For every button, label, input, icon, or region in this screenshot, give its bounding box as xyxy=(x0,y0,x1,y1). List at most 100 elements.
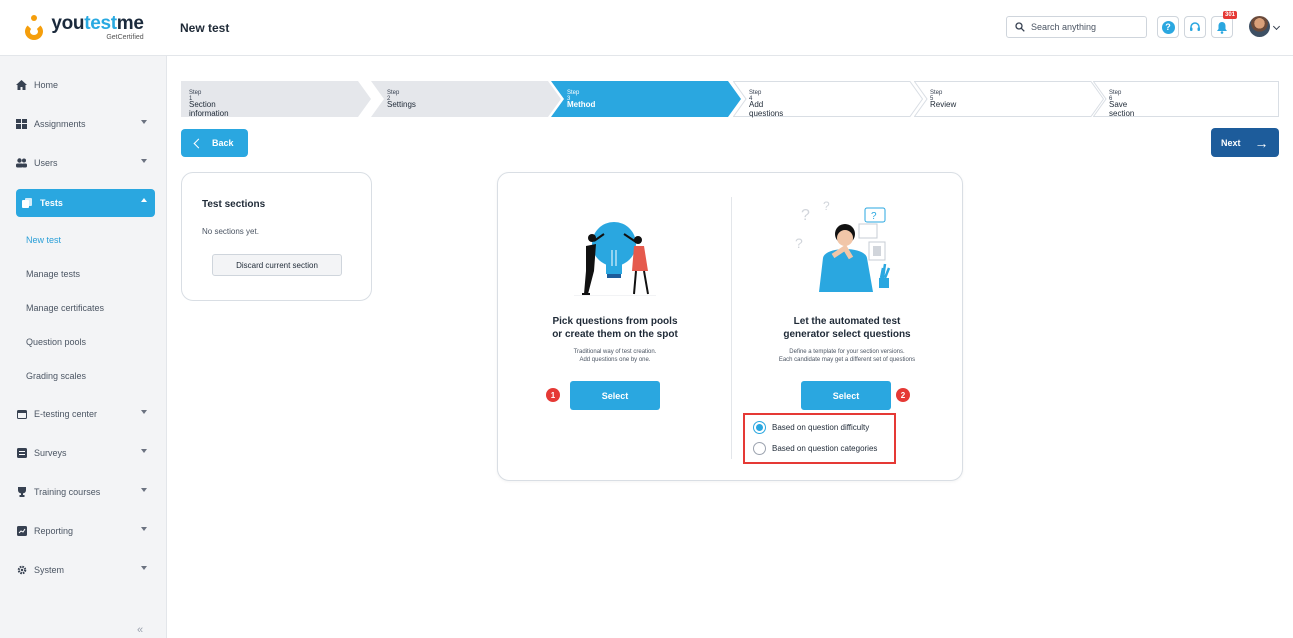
auto-generator-illustration: ? ? ? ? xyxy=(795,199,891,292)
svg-text:?: ? xyxy=(795,235,803,251)
discard-section-button[interactable]: Discard current section xyxy=(212,254,342,276)
chart-icon xyxy=(16,526,27,537)
back-button-label: Back xyxy=(212,138,234,148)
svg-text:?: ? xyxy=(823,199,830,213)
chevron-left-icon xyxy=(193,138,204,148)
step-label: Save section xyxy=(1109,100,1135,118)
logo-icon xyxy=(23,14,45,41)
calendar-icon xyxy=(16,409,27,420)
next-button-label: Next xyxy=(1221,137,1241,148)
sidebar-item-system[interactable]: System xyxy=(16,557,155,583)
sidebar-item-reporting[interactable]: Reporting xyxy=(16,518,155,544)
sidebar-subitem-grading-scales[interactable]: Grading scales xyxy=(26,363,167,389)
logo-tagline: GetCertified xyxy=(106,33,144,41)
method-card: ? ? ? ? Pick questions from pools or cre… xyxy=(497,172,963,481)
sidebar-item-users[interactable]: Users xyxy=(16,150,155,176)
chevron-down-icon xyxy=(141,410,147,414)
manual-option-description: Traditional way of test creation. Add qu… xyxy=(573,349,657,363)
sidebar-subitem-new-test[interactable]: New test xyxy=(26,227,167,253)
step-marker-2: 2 xyxy=(896,388,910,402)
sidebar-subitem-manage-tests[interactable]: Manage tests xyxy=(26,261,167,287)
manual-option-title: Pick questions from pools or create them… xyxy=(552,316,678,340)
help-icon: ? xyxy=(1161,20,1175,34)
chevron-down-icon xyxy=(141,566,147,570)
auto-select-button[interactable]: Select xyxy=(801,381,891,410)
auto-option-description: Define a template for your section versi… xyxy=(778,349,916,363)
logo-wordmark: youtestme xyxy=(51,12,144,34)
sidebar-item-training-courses[interactable]: Training courses xyxy=(16,479,155,505)
chevron-down-icon xyxy=(141,488,147,492)
step-label: Add questions xyxy=(749,100,784,118)
sidebar-item-label: Surveys xyxy=(34,448,67,458)
step-label: Settings xyxy=(387,100,416,109)
sidebar-item-assignments[interactable]: Assignments xyxy=(16,111,155,137)
arrow-right-icon: → xyxy=(1254,134,1269,151)
sidebar-item-label: Users xyxy=(34,158,58,168)
chevron-down-icon[interactable] xyxy=(1272,22,1281,31)
step-label: Review xyxy=(930,100,957,109)
manual-select-button[interactable]: Select xyxy=(570,381,660,410)
help-button[interactable]: ? xyxy=(1157,16,1179,38)
sidebar-item-tests[interactable]: Tests xyxy=(16,189,155,217)
home-icon xyxy=(16,80,27,91)
generator-options-highlight: Based on question difficulty Based on qu… xyxy=(743,413,896,464)
sidebar: youtestme GetCertified Home Assignments … xyxy=(0,0,167,638)
notifications-button[interactable]: 301 xyxy=(1211,11,1237,38)
chevron-up-icon xyxy=(141,198,147,202)
bell-icon xyxy=(1217,21,1227,34)
test-sections-title: Test sections xyxy=(202,199,266,210)
collapse-sidebar-button[interactable]: « xyxy=(137,624,143,636)
categories-option-label: Based on question categories xyxy=(772,444,878,453)
logo[interactable]: youtestme GetCertified xyxy=(0,0,167,56)
auto-option-title: Let the automated test generator select … xyxy=(783,316,911,340)
sidebar-item-label: Training courses xyxy=(34,487,101,497)
gear-icon xyxy=(16,565,27,576)
sidebar-subitem-manage-certificates[interactable]: Manage certificates xyxy=(26,295,167,321)
step-label: Section information xyxy=(189,100,229,118)
sidebar-item-label: Home xyxy=(34,80,59,90)
svg-text:?: ? xyxy=(801,207,810,224)
divider xyxy=(731,197,732,459)
difficulty-option[interactable]: Based on question difficulty xyxy=(753,421,869,434)
sidebar-subitem-question-pools[interactable]: Question pools xyxy=(26,329,167,355)
wizard-steps: Step 1 Section information Step 2 Settin… xyxy=(181,81,1279,118)
chevron-down-icon xyxy=(141,120,147,124)
search-input[interactable]: Search anything xyxy=(1006,16,1147,38)
assignments-icon xyxy=(16,119,27,130)
tests-icon xyxy=(22,198,33,209)
categories-radio[interactable] xyxy=(753,442,766,455)
sidebar-item-label: Tests xyxy=(40,198,63,208)
step-marker-1: 1 xyxy=(546,388,560,402)
support-button[interactable] xyxy=(1184,16,1206,38)
categories-option[interactable]: Based on question categories xyxy=(753,442,877,455)
sidebar-item-surveys[interactable]: Surveys xyxy=(16,440,155,466)
difficulty-option-label: Based on question difficulty xyxy=(772,423,870,432)
notification-badge: 301 xyxy=(1222,11,1237,19)
users-icon xyxy=(16,158,27,169)
manual-selection-illustration xyxy=(574,222,656,296)
headset-icon xyxy=(1190,22,1200,31)
chevron-down-icon xyxy=(141,449,147,453)
sidebar-item-e-testing-center[interactable]: E-testing center xyxy=(16,401,155,427)
difficulty-radio[interactable] xyxy=(753,421,766,434)
search-icon xyxy=(1015,22,1025,32)
chevron-down-icon xyxy=(141,527,147,531)
svg-text:?: ? xyxy=(871,211,877,222)
step-label: Method xyxy=(567,100,596,109)
sidebar-item-label: E-testing center xyxy=(34,409,98,419)
sidebar-item-label: Reporting xyxy=(34,526,74,536)
sidebar-item-label: Assignments xyxy=(34,119,86,129)
sidebar-nav: Home Assignments Users Tests New test Ma… xyxy=(0,68,167,583)
next-button[interactable]: Next → xyxy=(1211,128,1279,157)
chevron-down-icon xyxy=(141,159,147,163)
sidebar-item-label: System xyxy=(34,565,65,575)
back-button[interactable]: Back xyxy=(181,129,248,157)
test-sections-card: Test sections No sections yet. Discard c… xyxy=(181,172,372,301)
search-placeholder: Search anything xyxy=(1031,22,1097,32)
survey-icon xyxy=(16,448,27,459)
top-header: New test Search anything ? 301 xyxy=(167,0,1293,56)
test-sections-empty: No sections yet. xyxy=(202,227,259,236)
avatar[interactable] xyxy=(1249,16,1270,37)
page-title: New test xyxy=(180,21,230,35)
sidebar-item-home[interactable]: Home xyxy=(16,72,155,98)
